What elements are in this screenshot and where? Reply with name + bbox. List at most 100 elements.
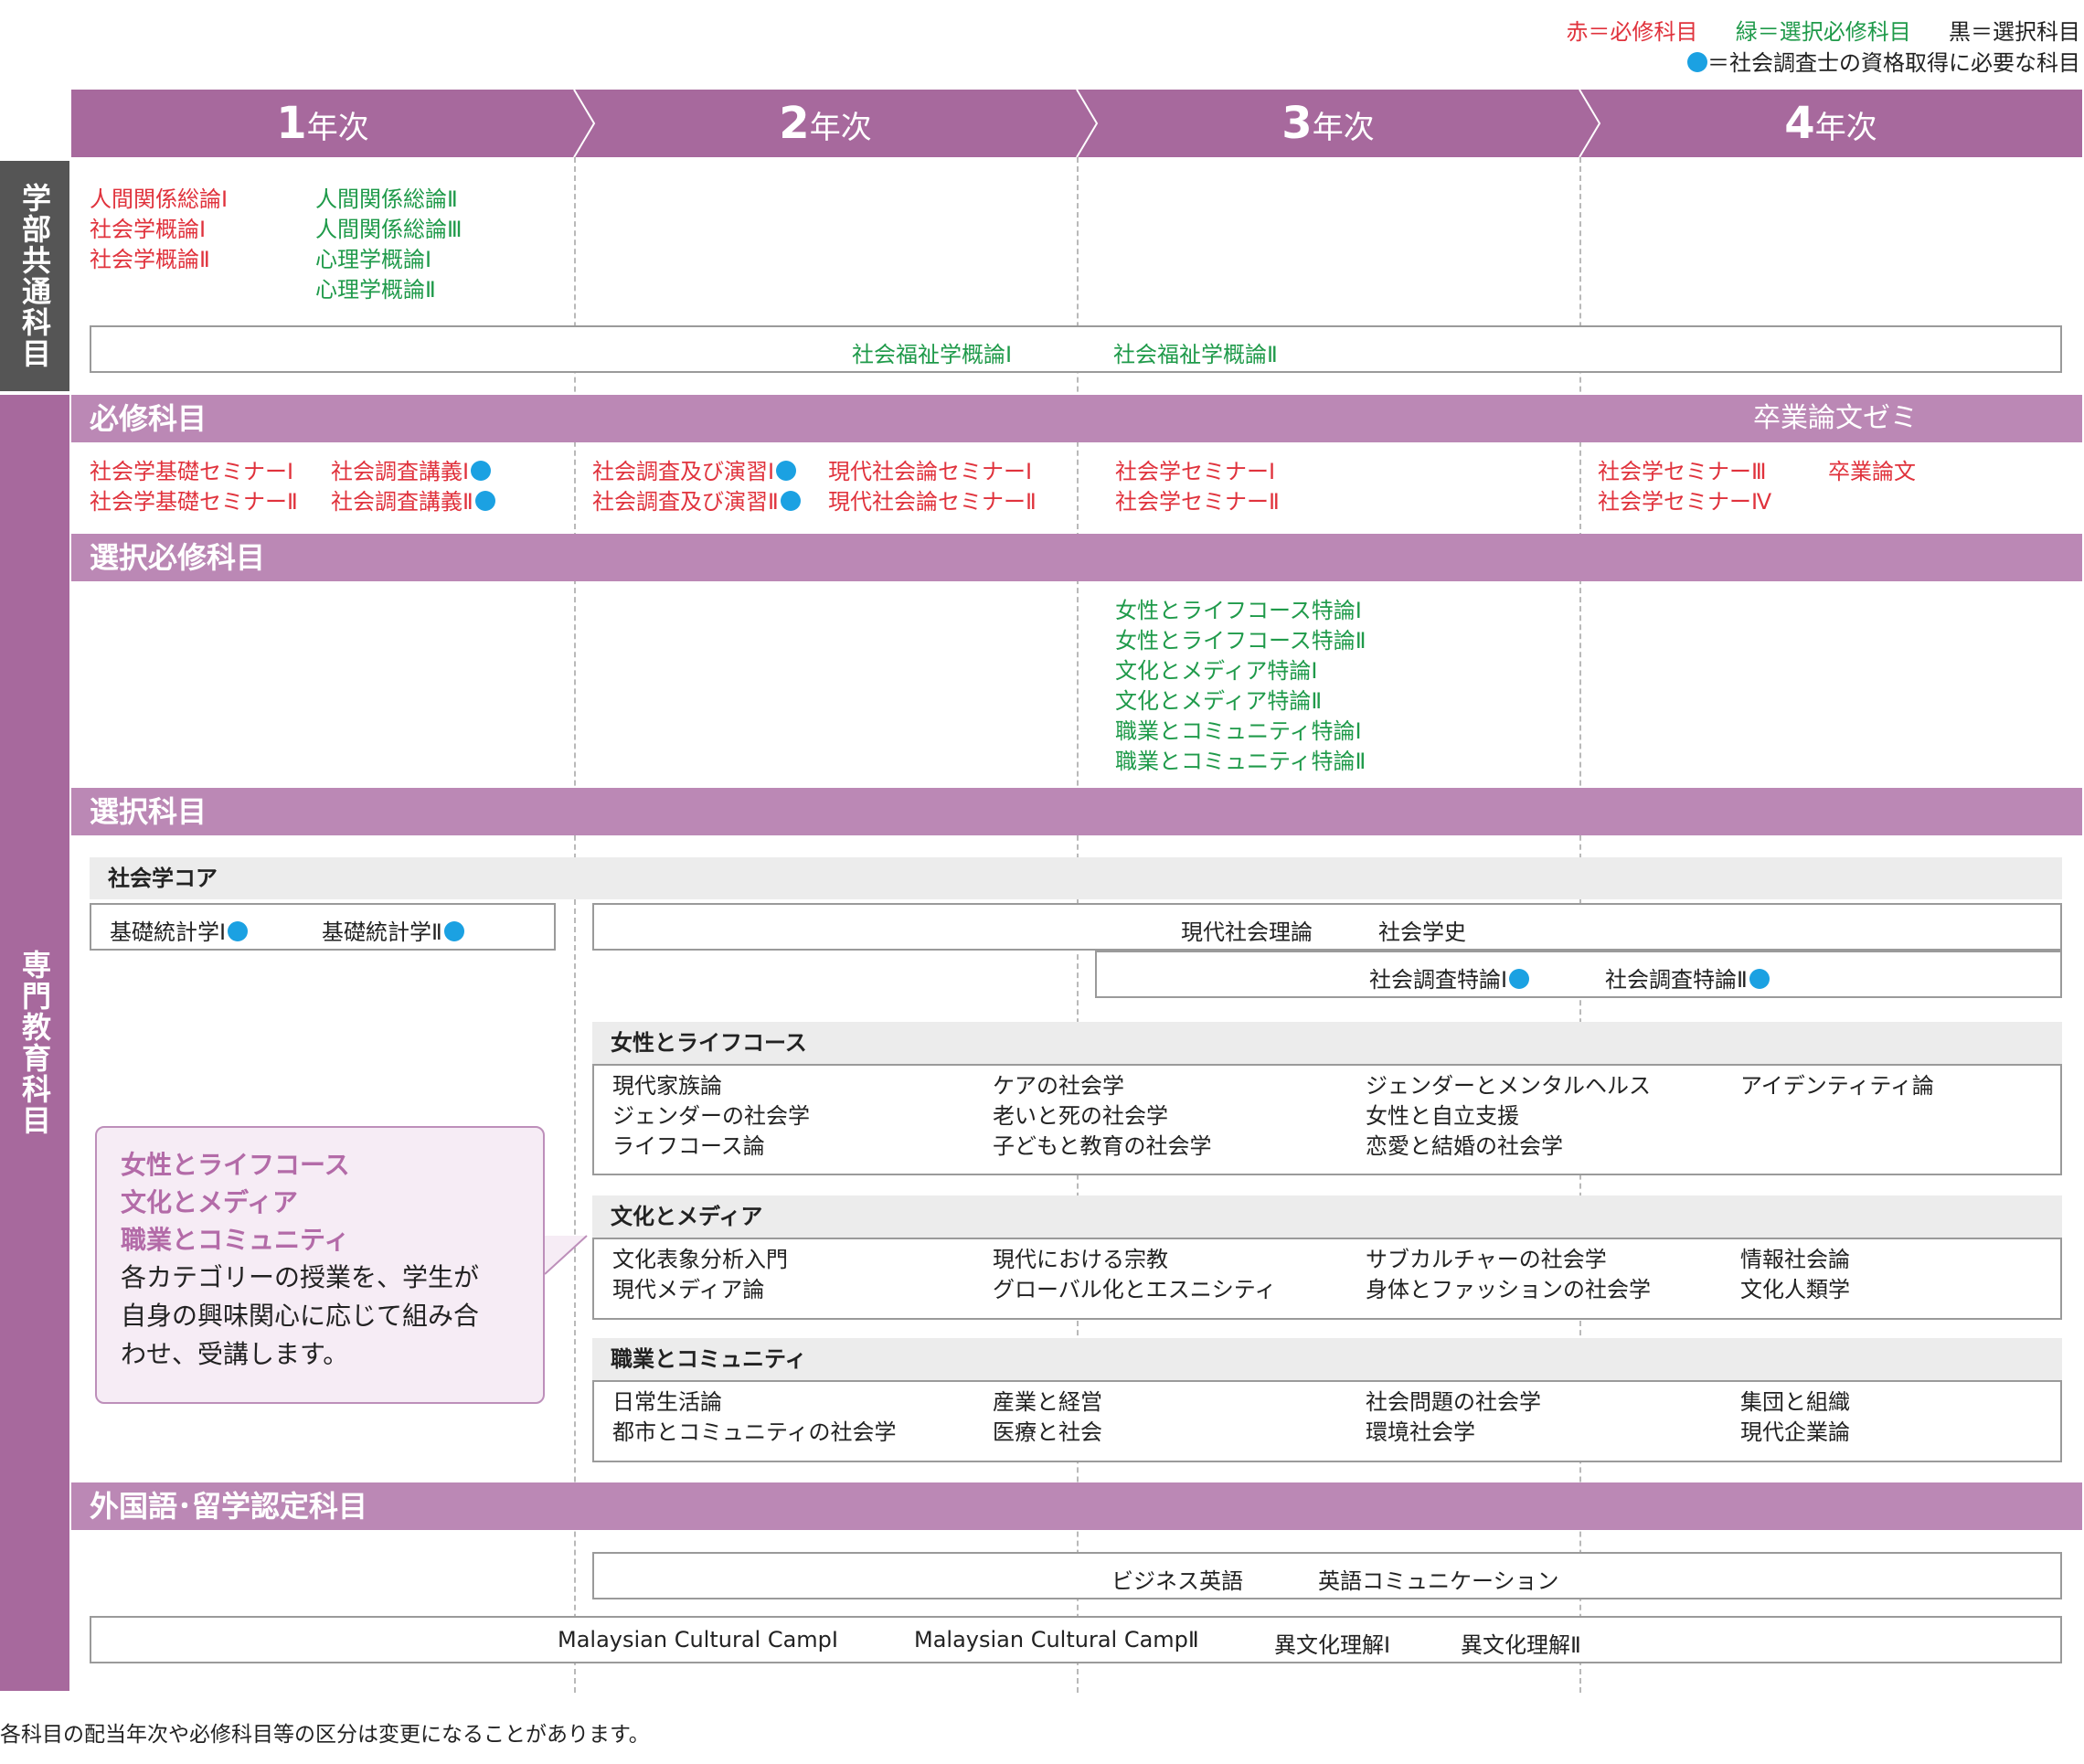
course-item: 現代社会論セミナーⅡ [828,489,1037,515]
survey-dot-icon [1687,52,1707,72]
course-item: 文化人類学 [1740,1277,1850,1302]
course-item: 日常生活論 [612,1389,722,1415]
required-y3: 社会学セミナーⅠ 社会学セミナーⅡ [1115,457,1280,517]
culture-box: 文化表象分析入門 現代メディア論 現代における宗教 グローバル化とエスニシティ … [592,1238,2062,1320]
survey-dot-icon [780,491,801,511]
course-item: ビジネス英語 [1111,1568,1243,1594]
group-title: 社会学コア [108,866,218,891]
course-item: 社会学セミナーⅡ [1115,489,1280,515]
note-categories: 女性とライフコース 文化とメディア 職業とコミュニティ [121,1150,350,1255]
course-item: Malaysian Cultural CampⅡ [914,1627,1199,1652]
course-item: 社会問題の社会学 [1366,1389,1541,1415]
course-item: 社会福祉学概論Ⅰ [852,342,1013,367]
course-item: ライフコース論 [612,1133,765,1159]
legend-line-1: 赤＝必修科目 緑＝選択必修科目 黒＝選択科目 [1566,16,2080,48]
survey-dot-icon [471,461,492,481]
welfare-box: 社会福祉学概論Ⅰ 社会福祉学概論Ⅱ [90,325,2062,373]
course-item: 社会調査及び演習Ⅰ [592,457,801,487]
group-title: 文化とメディア [611,1204,763,1229]
legend-black: 黒＝選択科目 [1949,19,2080,45]
course-item: 環境社会学 [1366,1419,1475,1445]
course-item: 社会調査講義Ⅰ [331,457,495,487]
legend: 赤＝必修科目 緑＝選択必修科目 黒＝選択科目 ＝社会調査士の資格取得に必要な科目 [1566,16,2080,79]
course-col: 文化表象分析入門 現代メディア論 [612,1245,788,1305]
course-item: 社会福祉学概論Ⅱ [1113,342,1278,367]
work-box: 日常生活論 都市とコミュニティの社会学 産業と経営 医療と社会 社会問題の社会学… [592,1380,2062,1462]
english-box: ビジネス英語 英語コミュニケーション [592,1552,2062,1599]
callout-note: 女性とライフコース 文化とメディア 職業とコミュニティ 各カテゴリーの授業を、学… [95,1126,545,1404]
course-item: 職業とコミュニティ特論Ⅰ [1115,718,1362,744]
course-item: Malaysian Cultural CampⅠ [558,1627,838,1652]
course-item: 異文化理解Ⅰ [1274,1632,1391,1658]
thesis-seminar-label: 卒業論文ゼミ [1753,402,1918,434]
core-y3-box: 社会調査特論Ⅰ 社会調査特論Ⅱ [1095,951,2062,998]
required-y1-col1: 社会学基礎セミナーⅠ 社会学基礎セミナーⅡ [90,457,298,517]
course-item: 女性とライフコース特論Ⅰ [1115,598,1362,623]
category-title: 必修科目 [90,401,207,436]
year-1-label: 1年次 [276,98,369,149]
category-title: 選択必修科目 [90,540,266,575]
survey-dot-icon [1749,969,1770,989]
legend-dot-note: ＝社会調査士の資格取得に必要な科目 [1707,50,2080,76]
survey-dot-icon [228,921,249,941]
course-item: 現代企業論 [1740,1419,1850,1445]
group-title: 職業とコミュニティ [611,1346,807,1372]
footer-note: 各科目の配当年次や必修科目等の区分は変更になることがあります。 [0,1723,650,1747]
legend-red: 赤＝必修科目 [1566,19,1698,45]
course-item: 社会学基礎セミナーⅠ [90,459,294,484]
core-y2-box: 現代社会理論 社会学史 [592,903,2062,951]
course-item: 文化とメディア特論Ⅱ [1115,688,1323,714]
course-col: ジェンダーとメンタルヘルス 女性と自立支援 恋愛と結婚の社会学 [1366,1071,1651,1162]
legend-line-2: ＝社会調査士の資格取得に必要な科目 [1566,48,2080,79]
course-item: 社会調査特論Ⅱ [1605,962,1770,994]
course-item: 現代家族論 [612,1073,722,1099]
course-col: サブカルチャーの社会学 身体とファッションの社会学 [1366,1245,1651,1305]
required-y4: 社会学セミナーⅢ 社会学セミナーⅣ [1598,457,1771,517]
legend-green: 緑＝選択必修科目 [1735,19,1911,45]
course-item: 老いと死の社会学 [993,1103,1168,1129]
course-item: 社会調査特論Ⅰ [1369,962,1530,994]
sidebar-specialized: 専門教育科目 [0,395,69,1691]
required-y1-col2: 社会調査講義Ⅰ 社会調査講義Ⅱ [331,457,495,517]
course-item: 基礎統計学Ⅰ [110,914,249,946]
category-bar-foreign: 外国語･留学認定科目 [71,1482,2082,1530]
course-col: 社会問題の社会学 環境社会学 [1366,1387,1541,1448]
category-bar-required: 必修科目 卒業論文ゼミ [71,395,2082,442]
year-4-label: 4年次 [1784,98,1877,149]
course-item: 社会学セミナーⅠ [1115,459,1276,484]
course-item: 人間関係総論Ⅰ [90,186,229,212]
course-item: 社会学概論Ⅱ [90,247,210,272]
course-item: 身体とファッションの社会学 [1366,1277,1651,1302]
note-body: 各カテゴリーの授業を、学生が 自身の興味関心に応じて組み合 わせ、受講します。 [121,1262,480,1369]
course-item: 集団と組織 [1740,1389,1850,1415]
category-title: 外国語･留学認定科目 [90,1489,368,1524]
year-3-label: 3年次 [1281,98,1375,149]
course-item: グローバル化とエスニシティ [993,1277,1277,1302]
survey-dot-icon [443,921,464,941]
group-title: 女性とライフコース [611,1030,807,1056]
course-item: 現代社会論セミナーⅠ [828,459,1033,484]
group-header-women: 女性とライフコース [592,1022,2062,1064]
course-col: 現代家族論 ジェンダーの社会学 ライフコース論 [612,1071,810,1162]
course-col: 情報社会論 文化人類学 [1740,1245,1850,1305]
course-item: 職業とコミュニティ特論Ⅱ [1115,749,1366,774]
course-item: ジェンダーとメンタルヘルス [1366,1073,1651,1099]
category-bar-elective: 選択科目 [71,788,2082,835]
course-item: 文化とメディア特論Ⅰ [1115,658,1318,684]
abroad-box: Malaysian Cultural CampⅠ Malaysian Cultu… [90,1616,2062,1663]
course-item: 情報社会論 [1740,1247,1850,1272]
course-item: 恋愛と結婚の社会学 [1366,1133,1563,1159]
column-separator [574,157,576,1693]
course-item: ケアの社会学 [993,1073,1124,1099]
course-item: ジェンダーの社会学 [612,1103,810,1129]
required-y2-col1: 社会調査及び演習Ⅰ 社会調査及び演習Ⅱ [592,457,801,517]
survey-dot-icon [474,491,495,511]
course-item: 子どもと教育の社会学 [993,1133,1212,1159]
course-col: 日常生活論 都市とコミュニティの社会学 [612,1387,897,1448]
course-col: アイデンティティ論 [1740,1071,1934,1101]
course-item: 社会調査講義Ⅱ [331,487,495,517]
selective-required-y3: 女性とライフコース特論Ⅰ 女性とライフコース特論Ⅱ 文化とメディア特論Ⅰ 文化と… [1115,596,1366,777]
course-item: 社会学基礎セミナーⅡ [90,489,298,515]
course-item: 人間関係総論Ⅲ [315,217,463,242]
course-item: 社会学史 [1378,919,1466,945]
